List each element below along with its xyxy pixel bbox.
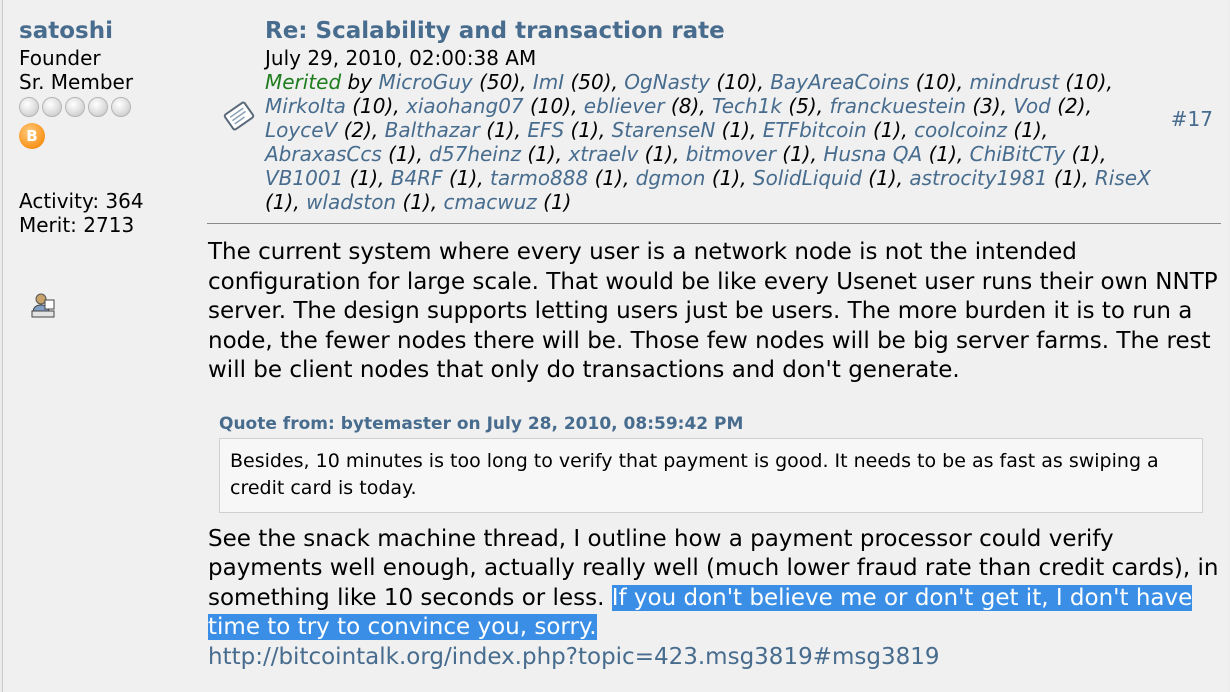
merit-user-link[interactable]: wladston [306, 190, 396, 214]
merit-user-link[interactable]: SolidLiquid [753, 166, 862, 190]
merit-count: (1) [527, 142, 556, 166]
merit-user-link[interactable]: Vod [1013, 94, 1050, 118]
poster-name-link[interactable]: satoshi [19, 16, 199, 46]
merit-user-link[interactable]: d57heinz [429, 142, 521, 166]
star-icon [19, 97, 39, 117]
merit-count: (1) [448, 166, 478, 190]
merit-count: (8) [670, 94, 700, 118]
body-paragraph: The current system where every user is a… [208, 239, 1218, 383]
merit-count: (1) [570, 118, 599, 142]
merit-user-link[interactable]: astrocity1981 [909, 166, 1047, 190]
post-header: Re: Scalability and transaction rate Jul… [265, 16, 1165, 214]
merited-by-label: by [347, 70, 373, 94]
merit-user-link[interactable]: Tech1k [712, 94, 782, 118]
merit-user-link[interactable]: franckuestein [829, 94, 966, 118]
merit-count: (2) [343, 118, 372, 142]
merit-user-link[interactable]: ETFbitcoin [763, 118, 867, 142]
merit-user-link[interactable]: OgNasty [624, 70, 710, 94]
merit-user-link[interactable]: ImI [533, 70, 564, 94]
merit-count: (1) [782, 142, 811, 166]
merit-user-link[interactable]: cmacwuz [444, 190, 537, 214]
thread-url-link[interactable]: http://bitcointalk.org/index.php?topic=4… [208, 643, 1226, 673]
merit-count: (50) [479, 70, 521, 94]
merit-user-link[interactable]: ChiBitCTy [970, 142, 1066, 166]
merit-list: Merited by MicroGuy (50), ImI (50), OgNa… [265, 70, 1151, 214]
merit-user-link[interactable]: tarmo888 [490, 166, 588, 190]
body-paragraph-2: See the snack machine thread, I outline … [208, 525, 1226, 643]
merit-user-link[interactable]: BayAreaCoins [770, 70, 909, 94]
merit-user-link[interactable]: RiseX [1095, 166, 1151, 190]
merit-count: (1) [402, 190, 431, 214]
merit-count: (1) [349, 166, 379, 190]
merit-count: (1) [388, 142, 417, 166]
merit-count: (10) [1065, 70, 1107, 94]
merit-user-link[interactable]: dgmon [636, 166, 706, 190]
merit-user-link[interactable]: AbraxasCcs [265, 142, 382, 166]
quote-header-link[interactable]: Quote from: bytemaster on July 28, 2010,… [219, 412, 1226, 436]
merit-count: (1) [711, 166, 741, 190]
merit-count: (1) [1071, 142, 1100, 166]
merit-count: (1) [594, 166, 623, 190]
merit-user-link[interactable]: coolcoinz [914, 118, 1007, 142]
post-date: July 29, 2010, 02:00:38 AM [265, 46, 537, 70]
merit-count: (1) [721, 118, 750, 142]
rank-stars [19, 97, 199, 119]
poster-title: Founder [19, 46, 101, 70]
merit-count: (2) [1057, 94, 1086, 118]
activity-count: Activity: 364 [19, 189, 144, 213]
merit-user-link[interactable]: MirkoIta [265, 94, 346, 118]
merit-count: (10) [915, 70, 957, 94]
view-profile-icon[interactable] [29, 291, 57, 319]
post-subject-link[interactable]: Re: Scalability and transaction rate [265, 16, 1165, 46]
post-icon [223, 101, 255, 131]
quote-box: Besides, 10 minutes is too long to verif… [219, 437, 1203, 513]
merit-user-link[interactable]: LoyceV [265, 118, 337, 142]
merit-count: (1) [543, 190, 572, 214]
merit-user-link[interactable]: ebliever [584, 94, 665, 118]
merit-count: (1) [1013, 118, 1042, 142]
message-number-link[interactable]: #17 [1171, 107, 1213, 131]
bitcoin-badge-icon: B [19, 123, 45, 149]
star-icon [65, 97, 85, 117]
merited-label: Merited [265, 70, 342, 94]
merit-user-link[interactable]: Balthazar [385, 118, 480, 142]
merit-user-link[interactable]: StarenseN [612, 118, 716, 142]
merit-user-link[interactable]: xtraelv [568, 142, 638, 166]
poster-info: satoshi Founder Sr. Member B Activity: 3… [19, 16, 199, 318]
merit-user-link[interactable]: EFS [527, 118, 564, 142]
forum-post: satoshi Founder Sr. Member B Activity: 3… [2, 0, 1229, 692]
merit-user-link[interactable]: B4RF [391, 166, 443, 190]
merit-count: (1) [1053, 166, 1083, 190]
merit-count: (10) [530, 94, 572, 118]
merit-user-link[interactable]: MicroGuy [378, 70, 472, 94]
merit-count: (50) [570, 70, 612, 94]
post-body: The current system where every user is a… [208, 238, 1226, 672]
star-icon [42, 97, 62, 117]
merit-count: (1) [928, 142, 957, 166]
merit-user-link[interactable]: VB1001 [265, 166, 343, 190]
merit-user-link[interactable]: Husna QA [823, 142, 922, 166]
merit-user-link[interactable]: mindrust [969, 70, 1059, 94]
merit-count: (1) [486, 118, 515, 142]
merit-count: (5) [788, 94, 817, 118]
merit-user-link[interactable]: bitmover [686, 142, 776, 166]
merit-count: Merit: 2713 [19, 213, 135, 237]
merit-count: (1) [873, 118, 902, 142]
star-icon [111, 97, 131, 117]
poster-rank: Sr. Member [19, 70, 134, 94]
merit-count: (10) [352, 94, 394, 118]
merit-count: (1) [868, 166, 897, 190]
header-divider [207, 223, 1221, 224]
merit-count: (10) [716, 70, 758, 94]
merit-user-link[interactable]: xiaohang07 [406, 94, 524, 118]
merit-count: (1) [265, 190, 294, 214]
merit-count: (1) [644, 142, 674, 166]
merit-count: (3) [972, 94, 1001, 118]
star-icon [88, 97, 108, 117]
